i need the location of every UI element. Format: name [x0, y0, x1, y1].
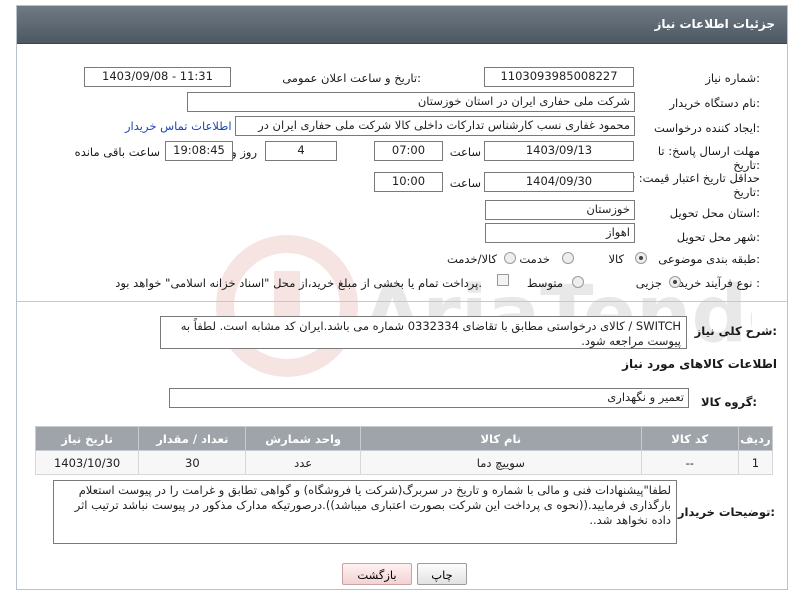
deadline-date-field: 1403/09/13	[484, 141, 634, 161]
days-label: روز و	[231, 145, 257, 159]
remaining-days-field: 4	[265, 141, 337, 161]
general-description-text: SWITCH / کالای درخواستی مطابق با تقاضای …	[160, 316, 687, 349]
category-option-goods-service: کالا/خدمت	[446, 252, 497, 266]
buyer-notes-label: توضیحات خریدار:	[677, 505, 775, 519]
creator-label: ایجاد کننده درخواست:	[654, 121, 760, 135]
process-radio-minor[interactable]	[669, 276, 681, 288]
panel-header: جزئیات اطلاعات نیاز	[17, 6, 787, 44]
category-option-service: خدمت	[519, 252, 550, 266]
general-description-label: شرح کلی نیاز:	[694, 324, 777, 338]
category-radio-goods[interactable]	[635, 252, 647, 264]
province-label: استان محل تحویل:	[669, 206, 760, 220]
goods-group-label: گروه کالا:	[701, 395, 757, 409]
process-option-minor: جزیی	[635, 276, 662, 290]
col-quantity: تعداد / مقدار	[138, 426, 247, 451]
cell-goods-name: سوییچ دما	[359, 450, 642, 475]
creator-field: محمود غفاری نسب کارشناس تدارکات داخلی کا…	[235, 116, 635, 136]
col-goods-code: کد کالا	[640, 426, 739, 451]
goods-table-header: ردیف کد کالا نام کالا واحد شمارش تعداد /…	[34, 426, 774, 451]
category-radio-service[interactable]	[562, 252, 574, 264]
col-goods-name: نام کالا	[359, 426, 642, 451]
col-unit: واحد شمارش	[245, 426, 361, 451]
deadline-label: مهلت ارسال پاسخ: تا تاریخ:	[657, 144, 760, 172]
col-row-number: ردیف	[737, 426, 774, 451]
buyer-notes-text: لطفا"پیشنهادات فنی و مالی با شماره و تار…	[53, 480, 677, 544]
cell-need-date: 1403/10/30	[34, 450, 140, 475]
deadline-time-label: ساعت	[449, 145, 481, 159]
price-validity-label: حداقل تاریخ اعتبار قیمت: تا تاریخ:	[628, 171, 760, 199]
price-validity-date-field: 1404/09/30	[484, 172, 634, 192]
announce-date-label: تاریخ و ساعت اعلان عمومی:	[282, 71, 421, 85]
col-need-date: تاریخ نیاز	[34, 426, 140, 451]
province-field: خوزستان	[485, 200, 635, 220]
goods-group-field: تعمیر و نگهداری	[169, 388, 689, 408]
back-button[interactable]: بازگشت	[342, 563, 412, 585]
buyer-org-label: نام دستگاه خریدار:	[669, 96, 760, 110]
process-radio-medium[interactable]	[572, 276, 584, 288]
page-title: جزئیات اطلاعات نیاز	[654, 17, 775, 31]
need-details-panel: جزئیات اطلاعات نیاز AriaTender.neT شماره…	[16, 5, 788, 590]
treasury-payment-checkbox[interactable]	[497, 274, 509, 286]
buyer-contact-link[interactable]: اطلاعات تماس خریدار	[125, 119, 232, 133]
category-option-goods: کالا	[608, 252, 624, 266]
print-button[interactable]: چاپ	[417, 563, 467, 585]
buyer-org-field: شرکت ملی حفاری ایران در استان خوزستان	[187, 92, 635, 112]
need-number-field: 1103093985008227	[484, 67, 634, 87]
price-validity-time-field: 10:00	[374, 172, 443, 192]
cell-goods-code: --	[640, 450, 739, 475]
category-label: طبقه بندی موضوعی:	[658, 252, 760, 266]
city-label: شهر محل تحویل:	[676, 230, 760, 244]
price-validity-time-label: ساعت	[449, 176, 481, 190]
need-number-label: شماره نیاز:	[705, 71, 760, 85]
divider	[17, 301, 787, 302]
process-option-medium: متوسط	[526, 276, 563, 290]
cell-quantity: 30	[138, 450, 247, 475]
goods-table: ردیف کد کالا نام کالا واحد شمارش تعداد /…	[34, 426, 774, 475]
category-radio-goods-service[interactable]	[504, 252, 516, 264]
announce-date-field: 1403/09/08 - 11:31	[84, 67, 231, 87]
treasury-payment-note: پرداخت تمام یا بخشی از مبلغ خرید،از محل …	[115, 276, 482, 290]
deadline-time-field: 07:00	[374, 141, 443, 161]
remaining-time-field: 19:08:45	[165, 141, 233, 161]
table-row: 1 -- سوییچ دما عدد 30 1403/10/30	[34, 450, 774, 475]
remaining-label: ساعت باقی مانده	[74, 145, 160, 159]
cell-row-number: 1	[737, 450, 774, 475]
goods-section-title: اطلاعات کالاهای مورد نیاز	[622, 357, 777, 371]
process-type-label: نوع فرآیند خرید :	[678, 276, 760, 290]
cell-unit: عدد	[245, 450, 361, 475]
city-field: اهواز	[485, 223, 635, 243]
